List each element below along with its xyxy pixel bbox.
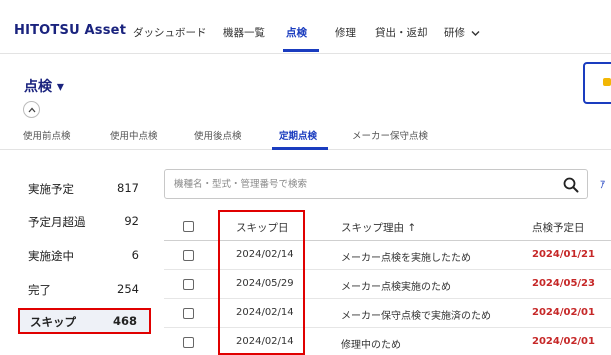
nav-item-inspection[interactable]: 点検	[286, 25, 307, 40]
search-box	[164, 169, 588, 199]
select-all-checkbox[interactable]	[183, 221, 194, 232]
app-logo[interactable]: HITOTSU Asset	[14, 23, 126, 38]
nav-item-training-label: 研修	[444, 27, 465, 39]
tab-maker-maintenance[interactable]: メーカー保守点検	[352, 128, 428, 142]
column-header-skip-reason[interactable]: スキップ理由 ↑	[341, 220, 416, 235]
status-filter-in-progress[interactable]: 実施途中 6	[18, 242, 151, 268]
column-header-planned-date[interactable]: 点検予定日	[532, 220, 585, 235]
tab-active-indicator	[272, 147, 328, 150]
page-title[interactable]: 点検 ▾	[24, 76, 64, 96]
skip-reason-cell: メーカー保守点検で実施済のため	[341, 311, 491, 322]
nav-active-indicator	[283, 49, 319, 52]
planned-date-cell: 2024/05/23	[532, 278, 595, 289]
inspection-type-tabs: 使用前点検 使用中点検 使用後点検 定期点検 メーカー保守点検	[0, 124, 611, 150]
skip-reason-cell: メーカー点検を実施したため	[341, 253, 471, 264]
collapse-button[interactable]	[23, 101, 40, 118]
tab-in-use-inspection[interactable]: 使用中点検	[110, 128, 158, 142]
action-icon	[603, 78, 611, 86]
nav-item-dashboard[interactable]: ダッシュボード	[133, 25, 207, 40]
nav-item-repair[interactable]: 修理	[335, 25, 356, 40]
skip-date-column-highlight	[218, 210, 305, 355]
status-label: 完了	[28, 283, 51, 297]
status-filter-completed[interactable]: 完了 254	[18, 276, 151, 302]
search-icon[interactable]	[562, 176, 580, 194]
header-action-button[interactable]	[583, 62, 611, 104]
planned-date-cell: 2024/02/01	[532, 307, 595, 318]
row-checkbox[interactable]	[183, 337, 194, 348]
nav-item-lending-return[interactable]: 貸出・返却	[375, 25, 428, 40]
skip-reason-cell: メーカー点検実施のため	[341, 282, 451, 293]
nav-item-training[interactable]: 研修	[444, 25, 480, 40]
skip-reason-cell: 修理中のため	[341, 340, 401, 351]
planned-date-cell: 2024/02/01	[532, 336, 595, 347]
row-checkbox[interactable]	[183, 308, 194, 319]
chevron-up-icon	[28, 107, 35, 113]
status-count: 6	[131, 248, 139, 262]
status-label: 実施予定	[28, 182, 74, 196]
planned-date-cell: 2024/01/21	[532, 249, 595, 260]
status-count: 92	[124, 214, 139, 228]
status-count: 817	[117, 181, 139, 195]
row-checkbox[interactable]	[183, 279, 194, 290]
row-checkbox[interactable]	[183, 250, 194, 261]
status-label: スキップ	[30, 315, 76, 329]
status-filter-scheduled[interactable]: 実施予定 817	[18, 175, 151, 201]
status-label: 実施途中	[28, 249, 74, 263]
status-filter-skipped[interactable]: スキップ 468	[18, 308, 151, 334]
nav-item-equipment-list[interactable]: 機器一覧	[223, 25, 265, 40]
tab-post-use-inspection[interactable]: 使用後点検	[194, 128, 242, 142]
tab-pre-use-inspection[interactable]: 使用前点検	[23, 128, 71, 142]
chevron-down-icon	[471, 30, 480, 36]
status-label: 予定月超過	[28, 215, 86, 229]
search-input[interactable]	[174, 176, 544, 192]
clipped-link-fragment[interactable]: ｱ	[600, 176, 605, 191]
status-count: 254	[117, 282, 139, 296]
status-filter-overdue[interactable]: 予定月超過 92	[18, 208, 151, 234]
tab-periodic-inspection[interactable]: 定期点検	[279, 128, 317, 142]
top-navigation: HITOTSU Asset ダッシュボード 機器一覧 点検 修理 貸出・返却 研…	[0, 0, 611, 54]
status-count: 468	[112, 314, 137, 328]
